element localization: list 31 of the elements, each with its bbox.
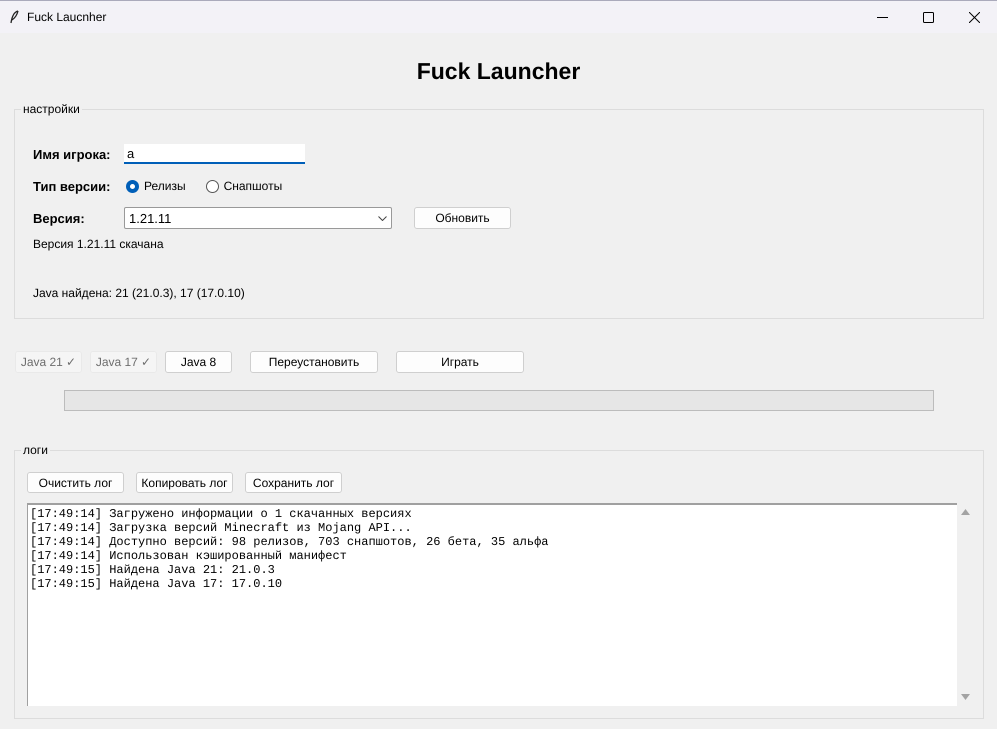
log-area[interactable]: [27, 503, 957, 706]
close-icon[interactable]: [968, 12, 980, 22]
action-button[interactable]: Java 8: [165, 351, 232, 373]
radio-option[interactable]: Снапшоты: [204, 179, 284, 193]
log-button[interactable]: Копировать лог: [136, 472, 233, 493]
log-line: [17:49:14] Загрузка версий Minecraft из Mojang API...: [30, 521, 413, 535]
log-button[interactable]: Очистить лог: [27, 472, 124, 493]
maximize-icon[interactable]: [922, 12, 934, 22]
action-button[interactable]: Играть: [396, 351, 524, 373]
app-heading: Fuck Launcher: [416, 58, 580, 84]
player-name-field[interactable]: a: [124, 144, 305, 164]
feather-icon: [10, 10, 19, 24]
group-title: настройки: [21, 102, 82, 116]
log-button[interactable]: Сохранить лог: [245, 472, 342, 493]
status-text: Версия 1.21.11 скачана: [33, 236, 165, 253]
chevron-down-icon: [378, 216, 387, 220]
version-dropdown[interactable]: 1.21.11: [124, 207, 392, 229]
log-line: [17:49:14] Использован кэшированный манифест: [30, 549, 348, 563]
refresh-button[interactable]: Обновить: [414, 207, 511, 229]
log-line: [17:49:15] Найдена Java 21: 21.0.3: [30, 563, 276, 577]
field-label: Версия:: [33, 210, 86, 226]
java-status-text: Java найдена: 21 (21.0.3), 17 (17.0.10): [33, 285, 246, 302]
action-button[interactable]: Переустановить: [250, 351, 378, 373]
log-line: [17:49:14] Доступно версий: 98 релизов, 703 снапшотов, 26 бета, 35 альфа: [30, 535, 550, 549]
field-label: Имя игрока:: [33, 146, 112, 162]
field-label: Тип версии:: [33, 178, 112, 194]
window-title: Fuck Laucnher: [27, 10, 108, 24]
minimize-icon[interactable]: [876, 16, 888, 18]
log-line: [17:49:14] Загружено информации о 1 скачанных версиях: [30, 507, 413, 521]
log-line: [17:49:15] Найдена Java 17: 17.0.10: [30, 577, 284, 591]
radio-option[interactable]: Релизы: [124, 179, 188, 193]
